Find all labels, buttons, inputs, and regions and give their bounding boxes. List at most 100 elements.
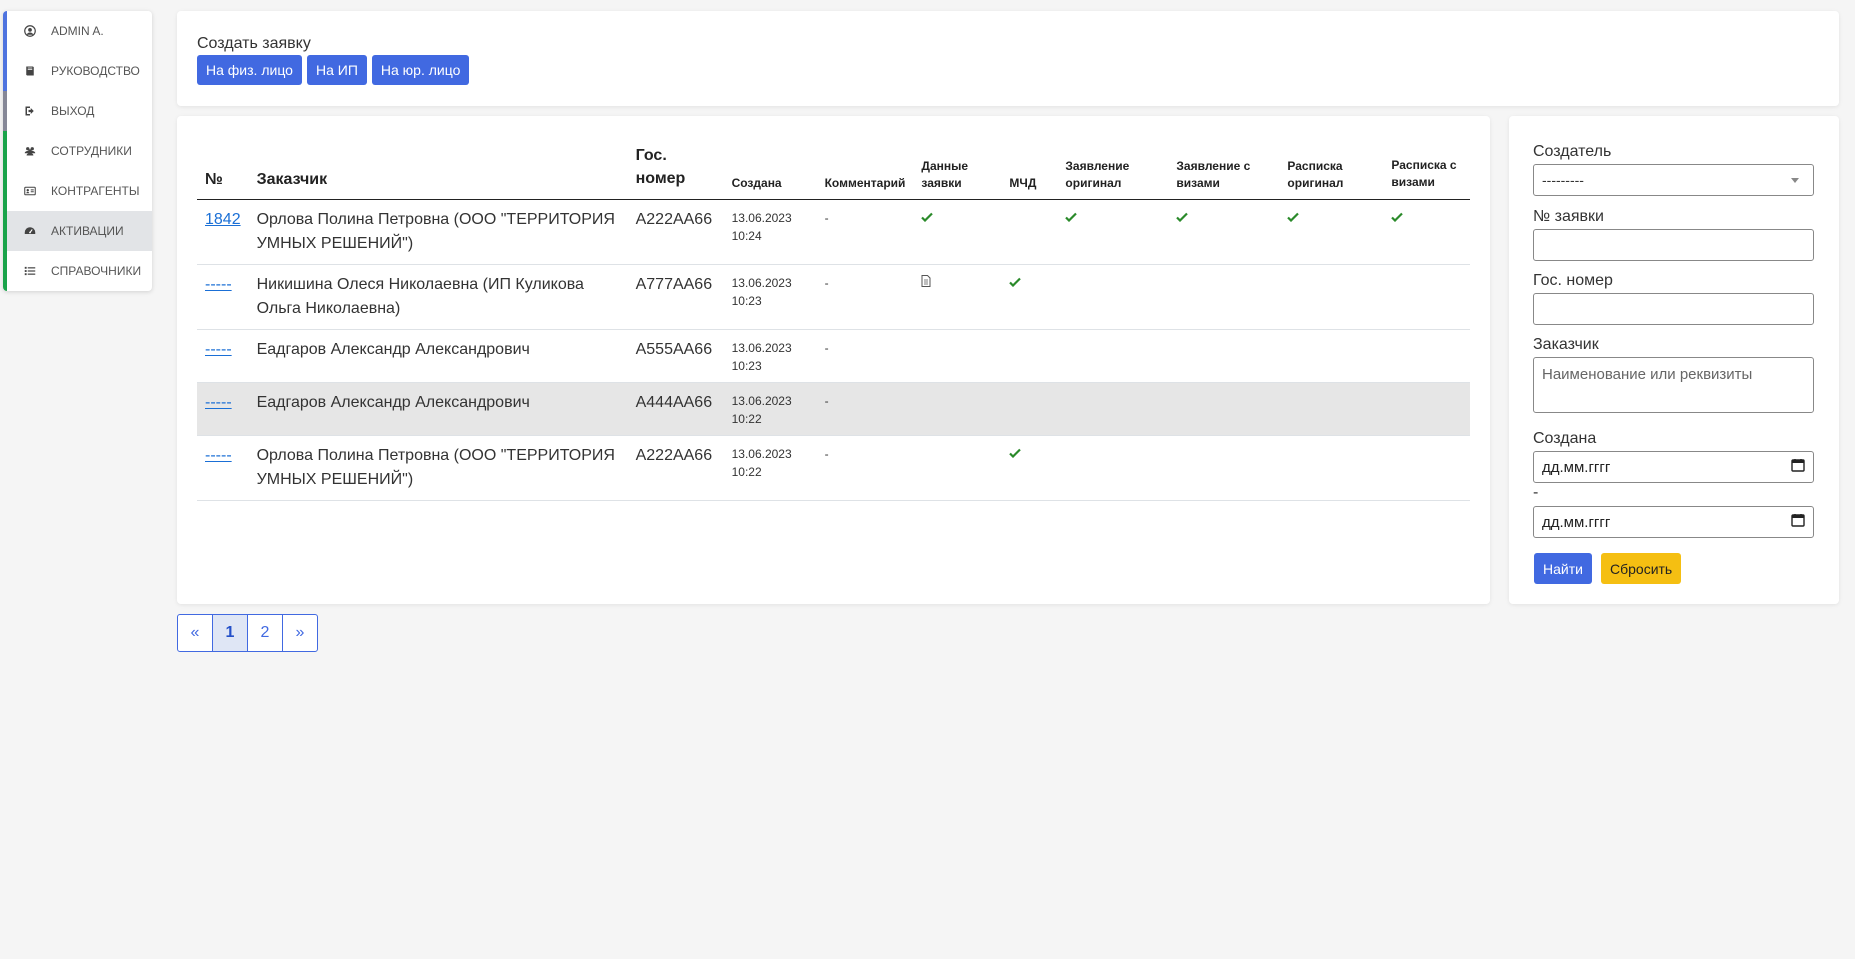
requests-table: № Заказчик Гос. номер Создана Комментари… [197, 144, 1470, 501]
table-row: ----- Еадгаров Александр Александрович А… [197, 329, 1470, 383]
pagination-page-1[interactable]: 1 [212, 614, 248, 652]
create-ip-button[interactable]: На ИП [306, 55, 367, 85]
find-button[interactable]: Найти [1534, 553, 1592, 584]
check-icon [1009, 445, 1022, 463]
sidebar: Admin A. Руководство Выход Сотрудники Ко… [3, 11, 152, 291]
col-mcd: МЧД [1001, 144, 1058, 200]
check-icon [1287, 209, 1300, 227]
created-time: 10:22 [731, 412, 762, 426]
comment-cell: - [816, 199, 914, 265]
created-time: 10:23 [731, 359, 762, 373]
created-date: 13.06.2023 [731, 394, 792, 408]
comment-cell: - [816, 435, 914, 501]
filter-card: Создатель --------- № заявки Гос. номер … [1509, 116, 1839, 604]
pagination-next[interactable]: » [282, 614, 318, 652]
customer-label: Заказчик [1533, 336, 1599, 353]
customer-cell: Еадгаров Александр Александрович [248, 329, 628, 383]
dashboard-icon [23, 224, 37, 238]
col-comment: Комментарий [816, 144, 914, 200]
sidebar-item-label: Контрагенты [51, 184, 140, 198]
col-request-data: Данные заявки [913, 144, 1002, 200]
user-circle-icon [23, 24, 37, 38]
date-to-input[interactable]: дд.мм.гггг [1533, 506, 1814, 538]
sidebar-item-contractors[interactable]: Контрагенты [3, 171, 152, 211]
request-number-label: № заявки [1533, 208, 1604, 225]
plate-cell: А222АА66 [627, 199, 724, 265]
check-icon [921, 209, 934, 227]
created-cell: 13.06.2023 10:23 [723, 329, 817, 383]
created-cell: 13.06.2023 10:22 [723, 382, 817, 436]
reset-button[interactable]: Сбросить [1601, 553, 1682, 584]
table-row: ----- Еадгаров Александр Александрович А… [197, 382, 1470, 436]
created-cell: 13.06.2023 10:23 [723, 264, 817, 330]
col-number: № [197, 144, 249, 200]
creator-select[interactable]: --------- [1533, 164, 1814, 196]
date-range-dash: - [1533, 484, 1539, 501]
id-card-icon [23, 184, 37, 198]
request-number-link[interactable]: ----- [205, 276, 232, 293]
sidebar-item-label: Активации [51, 224, 124, 238]
created-time: 10:23 [731, 294, 762, 308]
created-date: 13.06.2023 [731, 211, 792, 225]
customer-cell: Еадгаров Александр Александрович [248, 382, 628, 436]
table-row: ----- Никишина Олеся Николаевна (ИП Кули… [197, 264, 1470, 330]
created-date: 13.06.2023 [731, 447, 792, 461]
request-number-link[interactable]: ----- [205, 341, 232, 358]
users-icon [23, 144, 37, 158]
calendar-icon[interactable] [1791, 513, 1805, 531]
sidebar-item-label: Руководство [51, 64, 140, 78]
date-from-value: дд.мм.гггг [1542, 458, 1611, 476]
sidebar-item-logout[interactable]: Выход [3, 91, 152, 131]
document-icon[interactable] [921, 275, 931, 290]
list-icon [23, 264, 37, 278]
customer-cell: Орлова Полина Петровна (ООО "ТЕРРИТОРИЯ … [248, 199, 628, 265]
customer-cell: Никишина Олеся Николаевна (ИП Куликова О… [248, 264, 628, 330]
created-date: 13.06.2023 [731, 276, 792, 290]
col-application-visas: Заявление с визами [1168, 144, 1280, 200]
date-from-input[interactable]: дд.мм.гггг [1533, 451, 1814, 483]
create-individual-button[interactable]: На физ. лицо [197, 55, 302, 85]
comment-cell: - [816, 264, 914, 330]
table-row: 1842 Орлова Полина Петровна (ООО "ТЕРРИТ… [197, 199, 1470, 265]
created-time: 10:22 [731, 465, 762, 479]
pagination-page-2[interactable]: 2 [247, 614, 283, 652]
col-receipt-original: Расписка оригинал [1279, 144, 1384, 200]
plate-cell: А555АА66 [627, 329, 724, 383]
col-created: Создана [723, 144, 817, 200]
comment-cell: - [816, 329, 914, 383]
request-number-link[interactable]: ----- [205, 447, 232, 464]
sidebar-item-admin[interactable]: Admin A. [3, 11, 152, 51]
sidebar-item-label: Сотрудники [51, 144, 132, 158]
sidebar-item-activations[interactable]: Активации [3, 211, 152, 251]
plate-input[interactable] [1533, 293, 1814, 325]
col-application-original: Заявление оригинал [1057, 144, 1169, 200]
calendar-icon[interactable] [1791, 458, 1805, 476]
request-number-link[interactable]: 1842 [205, 211, 241, 228]
customer-cell: Орлова Полина Петровна (ООО "ТЕРРИТОРИЯ … [248, 435, 628, 501]
sidebar-item-manual[interactable]: Руководство [3, 51, 152, 91]
created-cell: 13.06.2023 10:22 [723, 435, 817, 501]
pagination-prev[interactable]: « [177, 614, 213, 652]
customer-input[interactable] [1533, 357, 1814, 413]
sign-out-icon [23, 104, 37, 118]
col-plate: Гос. номер [627, 144, 724, 200]
plate-label: Гос. номер [1533, 272, 1613, 289]
sidebar-item-references[interactable]: Справочники [3, 251, 152, 291]
sidebar-item-label: Admin A. [51, 24, 104, 38]
date-to-value: дд.мм.гггг [1542, 513, 1611, 531]
requests-table-card: № Заказчик Гос. номер Создана Комментари… [177, 116, 1490, 604]
create-legal-entity-button[interactable]: На юр. лицо [371, 55, 470, 85]
request-number-input[interactable] [1533, 229, 1814, 261]
plate-cell: А222АА66 [627, 435, 724, 501]
sidebar-item-employees[interactable]: Сотрудники [3, 131, 152, 171]
pagination: « 1 2 » [177, 614, 318, 652]
created-cell: 13.06.2023 10:24 [723, 199, 817, 265]
request-number-link[interactable]: ----- [205, 394, 232, 411]
plate-cell: А777АА66 [627, 264, 724, 330]
book-icon [23, 64, 37, 78]
chevron-down-icon [1791, 177, 1799, 183]
creator-label: Создатель [1533, 143, 1612, 160]
sidebar-item-label: Справочники [51, 264, 142, 278]
check-icon [1176, 209, 1189, 227]
col-receipt-visas: Расписка с визами [1383, 144, 1470, 200]
